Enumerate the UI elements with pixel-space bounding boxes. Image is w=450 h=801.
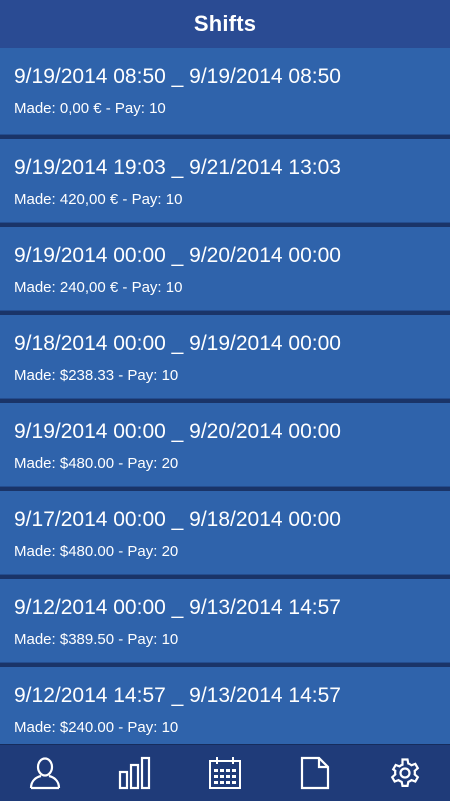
shift-row[interactable]: 9/17/2014 00:00 _ 9/18/2014 00:00 Made: … [0,491,450,575]
bottom-tab-bar [0,744,450,801]
app-header: Shifts [0,0,450,48]
bar-chart-icon [118,756,151,790]
shift-range: 9/17/2014 00:00 _ 9/18/2014 00:00 [14,508,341,531]
shift-list[interactable]: 9/19/2014 08:50 _ 9/19/2014 08:50 Made: … [0,48,450,744]
gear-icon [390,758,420,787]
shift-detail: Made: $480.00 - Pay: 20 [14,543,179,560]
document-icon [300,756,330,790]
shift-range: 9/12/2014 14:57 _ 9/13/2014 14:57 [14,684,341,707]
shift-row[interactable]: 9/19/2014 19:03 _ 9/21/2014 13:03 Made: … [0,139,450,223]
shift-detail: Made: 240,00 € - Pay: 10 [14,279,183,296]
shift-range: 9/19/2014 00:00 _ 9/20/2014 00:00 [14,420,341,443]
shift-range: 9/18/2014 00:00 _ 9/19/2014 00:00 [14,332,341,355]
shift-row[interactable]: 9/19/2014 00:00 _ 9/20/2014 00:00 Made: … [0,403,450,487]
user-icon [29,757,61,790]
shift-detail: Made: $240.00 - Pay: 10 [14,719,179,736]
tab-reports[interactable] [280,745,350,801]
shift-detail: Made: 0,00 € - Pay: 10 [14,100,166,117]
shift-range: 9/19/2014 19:03 _ 9/21/2014 13:03 [14,156,341,179]
tab-profile[interactable] [10,745,80,801]
calendar-icon [209,757,241,789]
tab-calendar[interactable] [190,745,260,801]
shift-range: 9/19/2014 00:00 _ 9/20/2014 00:00 [14,244,341,267]
shift-range: 9/19/2014 08:50 _ 9/19/2014 08:50 [14,65,341,88]
page-title: Shifts [193,11,257,36]
shift-row[interactable]: 9/19/2014 08:50 _ 9/19/2014 08:50 Made: … [0,48,450,135]
shift-row[interactable]: 9/19/2014 00:00 _ 9/20/2014 00:00 Made: … [0,227,450,311]
shift-detail: Made: $389.50 - Pay: 10 [14,631,179,648]
shift-row[interactable]: 9/18/2014 00:00 _ 9/19/2014 00:00 Made: … [0,315,450,399]
tab-stats[interactable] [100,745,170,801]
shift-detail: Made: 420,00 € - Pay: 10 [14,191,183,208]
shift-detail: Made: $480.00 - Pay: 20 [14,455,179,472]
shift-range: 9/12/2014 00:00 _ 9/13/2014 14:57 [14,596,341,619]
tab-settings[interactable] [370,745,440,801]
shift-row[interactable]: 9/12/2014 14:57 _ 9/13/2014 14:57 Made: … [0,667,450,744]
shift-row[interactable]: 9/12/2014 00:00 _ 9/13/2014 14:57 Made: … [0,579,450,663]
shift-detail: Made: $238.33 - Pay: 10 [14,367,179,384]
